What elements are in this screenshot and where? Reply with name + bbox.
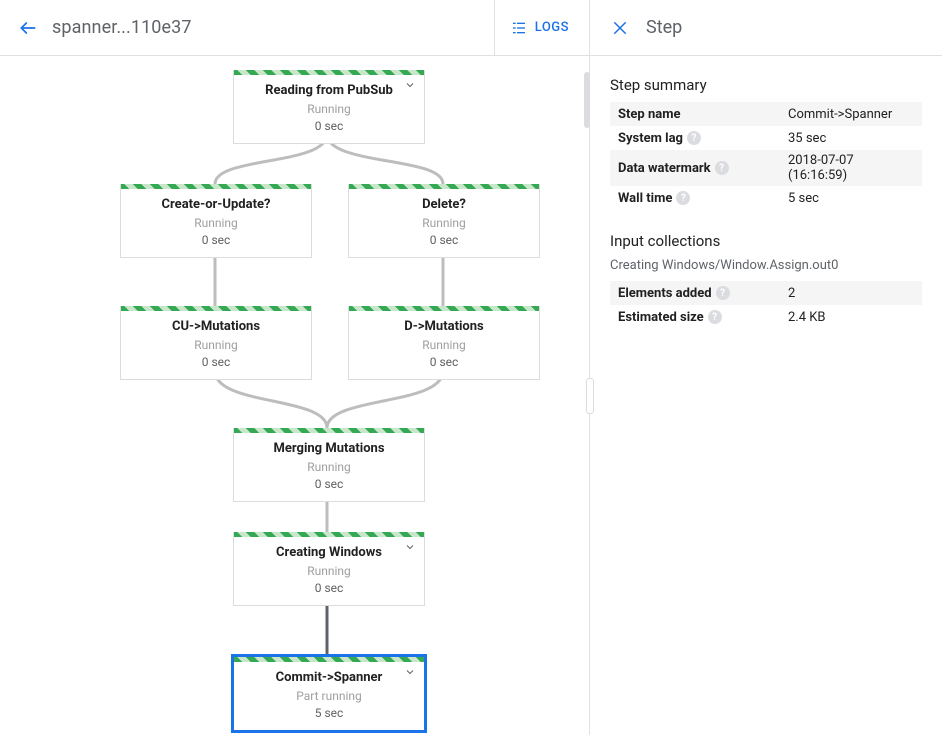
row-key: Step name: [618, 107, 681, 122]
row-key: Estimated size: [618, 310, 704, 325]
row-value: 35 sec: [788, 131, 826, 146]
node-status: Part running: [240, 688, 418, 705]
node-time: 0 sec: [127, 232, 305, 249]
table-row: Elements added? 2: [610, 281, 922, 305]
graph-node-windows[interactable]: Creating Windows Running 0 sec: [233, 532, 425, 606]
node-title: CU->Mutations: [127, 318, 305, 337]
node-time: 0 sec: [240, 580, 418, 597]
close-button[interactable]: [600, 8, 640, 48]
logs-label: LOGS: [535, 20, 569, 35]
step-summary-table: Step name Commit->Spanner System lag? 35…: [610, 102, 922, 210]
node-title: Delete?: [355, 196, 533, 215]
node-status: Running: [355, 337, 533, 354]
row-value: 2.4 KB: [788, 310, 826, 325]
graph-node-read[interactable]: Reading from PubSub Running 0 sec: [233, 70, 425, 144]
node-title: Create-or-Update?: [127, 196, 305, 215]
table-row: Step name Commit->Spanner: [610, 102, 922, 126]
node-time: 0 sec: [127, 354, 305, 371]
node-title: D->Mutations: [355, 318, 533, 337]
row-value: 2018-07-07 (16:16:59): [788, 153, 854, 183]
graph-node-cumut[interactable]: CU->Mutations Running 0 sec: [120, 306, 312, 380]
main: Reading from PubSub Running 0 sec Create…: [0, 56, 942, 735]
node-time: 0 sec: [355, 232, 533, 249]
node-title: Commit->Spanner: [240, 669, 418, 688]
node-time: 0 sec: [240, 476, 418, 493]
arrow-left-icon: [18, 18, 38, 38]
node-time: 5 sec: [240, 705, 418, 722]
job-title: spanner...110e37: [52, 17, 192, 38]
help-icon[interactable]: ?: [716, 286, 730, 300]
logs-button[interactable]: LOGS: [494, 0, 589, 56]
graph-node-create[interactable]: Create-or-Update? Running 0 sec: [120, 184, 312, 258]
graph-edges: [0, 56, 589, 735]
node-time: 0 sec: [355, 354, 533, 371]
chevron-down-icon[interactable]: [404, 541, 416, 557]
input-collection-name: Creating Windows/Window.Assign.out0: [610, 258, 922, 273]
help-icon[interactable]: ?: [687, 131, 701, 145]
node-time: 0 sec: [240, 118, 418, 135]
node-status: Running: [127, 215, 305, 232]
node-title: Creating Windows: [240, 544, 418, 563]
close-icon: [611, 19, 629, 37]
table-row: System lag? 35 sec: [610, 126, 922, 150]
side-panel-header: Step: [590, 8, 942, 48]
step-summary-title: Step summary: [610, 76, 922, 94]
graph-node-dmut[interactable]: D->Mutations Running 0 sec: [348, 306, 540, 380]
node-status: Running: [240, 459, 418, 476]
side-panel: Step summary Step name Commit->Spanner S…: [590, 56, 942, 735]
side-panel-title: Step: [646, 17, 682, 38]
help-icon[interactable]: ?: [715, 161, 729, 175]
node-title: Reading from PubSub: [240, 82, 418, 101]
chevron-down-icon[interactable]: [404, 79, 416, 95]
graph-canvas[interactable]: Reading from PubSub Running 0 sec Create…: [0, 56, 590, 735]
node-status: Running: [127, 337, 305, 354]
row-value: 5 sec: [788, 191, 819, 206]
row-key: System lag: [618, 131, 683, 146]
table-row: Estimated size? 2.4 KB: [610, 305, 922, 329]
row-key: Wall time: [618, 191, 672, 206]
row-value: Commit->Spanner: [788, 107, 892, 122]
input-collections-title: Input collections: [610, 232, 922, 250]
topbar-left: spanner...110e37: [0, 8, 494, 48]
node-status: Running: [240, 101, 418, 118]
topbar: spanner...110e37 LOGS Step: [0, 0, 942, 56]
node-status: Running: [240, 563, 418, 580]
table-row: Data watermark? 2018-07-07 (16:16:59): [610, 150, 922, 186]
logs-icon: [511, 20, 527, 36]
graph-node-commit[interactable]: Commit->Spanner Part running 5 sec: [231, 654, 427, 733]
graph-node-delete[interactable]: Delete? Running 0 sec: [348, 184, 540, 258]
row-key: Data watermark: [618, 161, 711, 176]
help-icon[interactable]: ?: [708, 310, 722, 324]
chevron-down-icon[interactable]: [404, 666, 416, 682]
row-key: Elements added: [618, 286, 712, 301]
table-row: Wall time? 5 sec: [610, 186, 922, 210]
graph-node-merge[interactable]: Merging Mutations Running 0 sec: [233, 428, 425, 502]
row-value: 2: [788, 286, 795, 301]
input-collections-table: Elements added? 2 Estimated size? 2.4 KB: [610, 281, 922, 329]
node-title: Merging Mutations: [240, 440, 418, 459]
back-button[interactable]: [8, 8, 48, 48]
resize-handle[interactable]: [586, 378, 594, 414]
help-icon[interactable]: ?: [676, 191, 690, 205]
node-status: Running: [355, 215, 533, 232]
